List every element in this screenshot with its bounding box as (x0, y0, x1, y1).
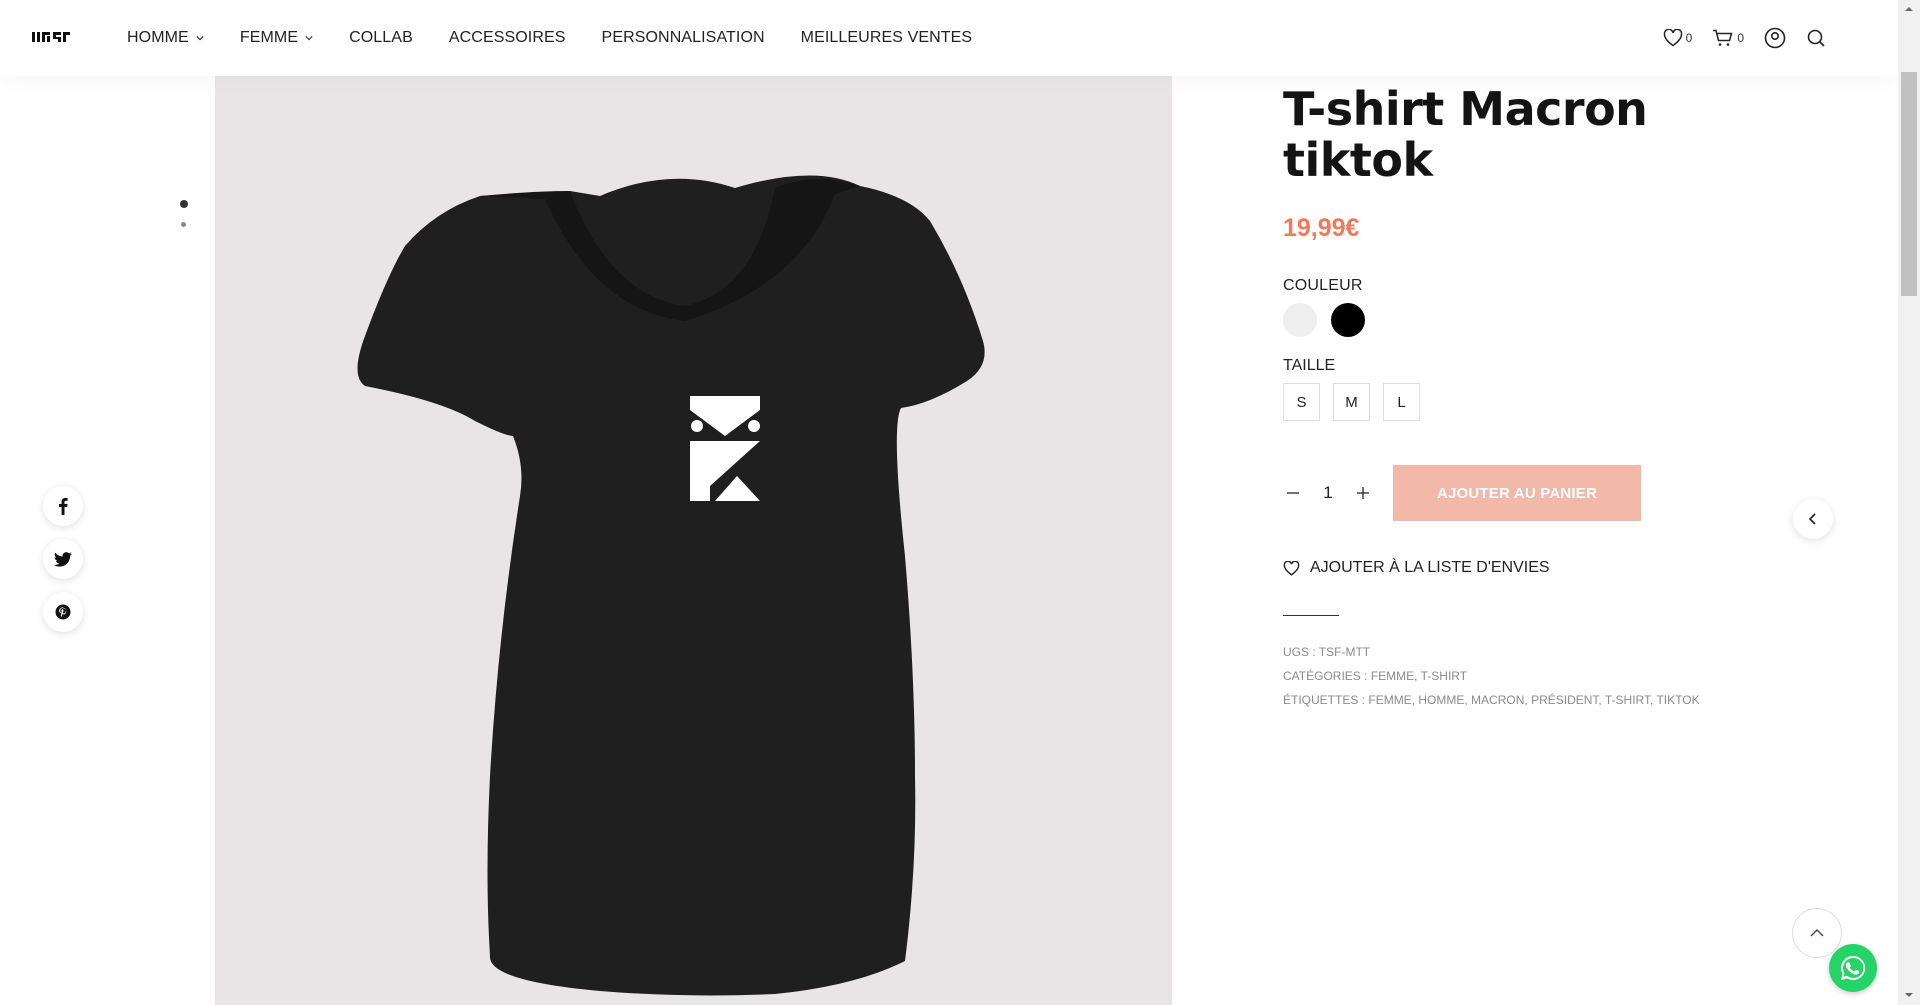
search-icon (1807, 29, 1825, 47)
size-label: TAILLE (1283, 357, 1336, 374)
meta-divider (1283, 615, 1339, 616)
color-swatches (1283, 303, 1883, 337)
tags-label: ÉTIQUETTES : (1283, 693, 1366, 707)
nav-label: MEILLEURES VENTES (800, 29, 973, 46)
site-logo[interactable] (32, 30, 70, 50)
nav-item-collab[interactable]: COLLAB (349, 29, 413, 47)
wishlist-label: AJOUTER À LA LISTE D'ENVIES (1310, 559, 1550, 576)
cart-icon (1713, 29, 1733, 46)
plus-icon (1357, 487, 1369, 499)
tshirt-image (215, 76, 1172, 1005)
nav-label: FEMME (239, 29, 299, 46)
share-twitter-button[interactable] (43, 539, 83, 579)
sku-value: TSF-MTT (1318, 645, 1371, 659)
color-swatch-white[interactable] (1283, 303, 1317, 337)
product-title: T-shirt Macron tiktok (1283, 82, 1648, 187)
nav-item-personnalisation[interactable]: PERSONNALISATION (602, 29, 765, 47)
chevron-left-icon (1808, 513, 1816, 525)
facebook-icon (59, 498, 68, 515)
nav-label: HOMME (127, 29, 189, 46)
cart-button[interactable]: 0 (1712, 29, 1744, 47)
quantity-decrease-button[interactable] (1283, 483, 1303, 503)
size-option-m[interactable]: M (1333, 383, 1370, 421)
nav-item-meilleures-ventes[interactable]: MEILLEURES VENTES (801, 29, 973, 47)
tag-link[interactable]: HOMME (1418, 693, 1464, 707)
page-scrollbar[interactable] (1898, 0, 1920, 1005)
nav-item-homme[interactable]: HOMME (127, 29, 204, 47)
quantity-input[interactable] (1303, 483, 1353, 503)
category-link[interactable]: T-SHIRT (1421, 669, 1467, 683)
pinterest-icon (55, 604, 71, 620)
chevron-up-icon (1810, 929, 1824, 937)
heart-icon (1283, 560, 1300, 576)
scrollbar-thumb[interactable] (1901, 72, 1917, 296)
main-nav: HOMME FEMME COLLAB ACCESSOIRES PERSONNAL… (127, 0, 1008, 76)
product-meta: UGS : TSF-MTT CATÉGORIES : FEMME, T-SHIR… (1283, 640, 1883, 712)
whatsapp-chat-button[interactable] (1829, 944, 1877, 992)
size-option-l[interactable]: L (1383, 383, 1420, 421)
share-facebook-button[interactable] (43, 486, 83, 526)
categories-row: CATÉGORIES : FEMME, T-SHIRT (1283, 669, 1468, 683)
nav-label: COLLAB (349, 29, 413, 46)
size-option-s[interactable]: S (1283, 383, 1320, 421)
color-swatch-black[interactable] (1331, 303, 1365, 337)
gallery-dots (180, 200, 188, 241)
nav-item-femme[interactable]: FEMME (240, 29, 313, 47)
product-summary: T-shirt Macron tiktok 19,99€ COULEUR TAI… (1283, 84, 1883, 712)
gallery-dot-1[interactable] (180, 200, 188, 208)
nav-label: ACCESSOIRES (448, 29, 566, 46)
quantity-increase-button[interactable] (1353, 483, 1373, 503)
gallery-dot-2[interactable] (181, 222, 186, 227)
previous-product-button[interactable] (1793, 499, 1833, 539)
quantity-stepper (1283, 483, 1393, 503)
chevron-down-icon (305, 36, 313, 41)
header-actions: 0 0 (1663, 0, 1826, 76)
tag-link[interactable]: T-SHIRT (1605, 693, 1650, 707)
size-options: S M L (1283, 383, 1883, 421)
product-price: 19,99€ (1283, 214, 1360, 242)
site-header: HOMME FEMME COLLAB ACCESSOIRES PERSONNAL… (0, 0, 1898, 76)
wishlist-button[interactable]: 0 (1663, 29, 1693, 47)
nav-item-accessoires[interactable]: ACCESSOIRES (449, 29, 566, 47)
category-link[interactable]: FEMME (1371, 669, 1414, 683)
search-button[interactable] (1806, 28, 1826, 48)
whatsapp-icon (1840, 955, 1866, 980)
minus-icon (1287, 492, 1299, 494)
heart-icon (1663, 29, 1682, 47)
categories-label: CATÉGORIES : (1283, 669, 1368, 683)
tag-link[interactable]: TIKTOK (1656, 693, 1699, 707)
sku-label: UGS : (1283, 645, 1316, 659)
tag-link[interactable]: FEMME (1368, 693, 1411, 707)
twitter-icon (54, 551, 72, 567)
product-image[interactable] (215, 76, 1172, 1005)
user-icon (1764, 27, 1786, 49)
add-to-wishlist-link[interactable]: AJOUTER À LA LISTE D'ENVIES (1283, 559, 1883, 577)
share-pinterest-button[interactable] (43, 592, 83, 632)
nav-label: PERSONNALISATION (601, 29, 765, 46)
chevron-down-icon (196, 36, 204, 41)
cart-count: 0 (1737, 31, 1744, 45)
back-to-top-button[interactable] (1792, 908, 1842, 958)
color-label: COULEUR (1283, 277, 1363, 294)
tag-link[interactable]: PRÉSIDENT (1531, 693, 1598, 707)
scroll-up-arrow-icon[interactable] (1904, 4, 1914, 14)
tags-row: ÉTIQUETTES : FEMME, HOMME, MACRON, PRÉSI… (1283, 693, 1700, 707)
scroll-down-arrow-icon[interactable] (1904, 990, 1914, 1000)
sku-row: UGS : TSF-MTT (1283, 640, 1883, 664)
add-to-cart-button[interactable]: AJOUTER AU PANIER (1393, 465, 1641, 521)
logo-mark (32, 32, 70, 42)
social-share (43, 486, 83, 632)
account-button[interactable] (1764, 27, 1786, 49)
product-page: HOMME FEMME COLLAB ACCESSOIRES PERSONNAL… (0, 0, 1920, 1005)
tag-link[interactable]: MACRON (1471, 693, 1524, 707)
wishlist-count: 0 (1685, 31, 1693, 45)
